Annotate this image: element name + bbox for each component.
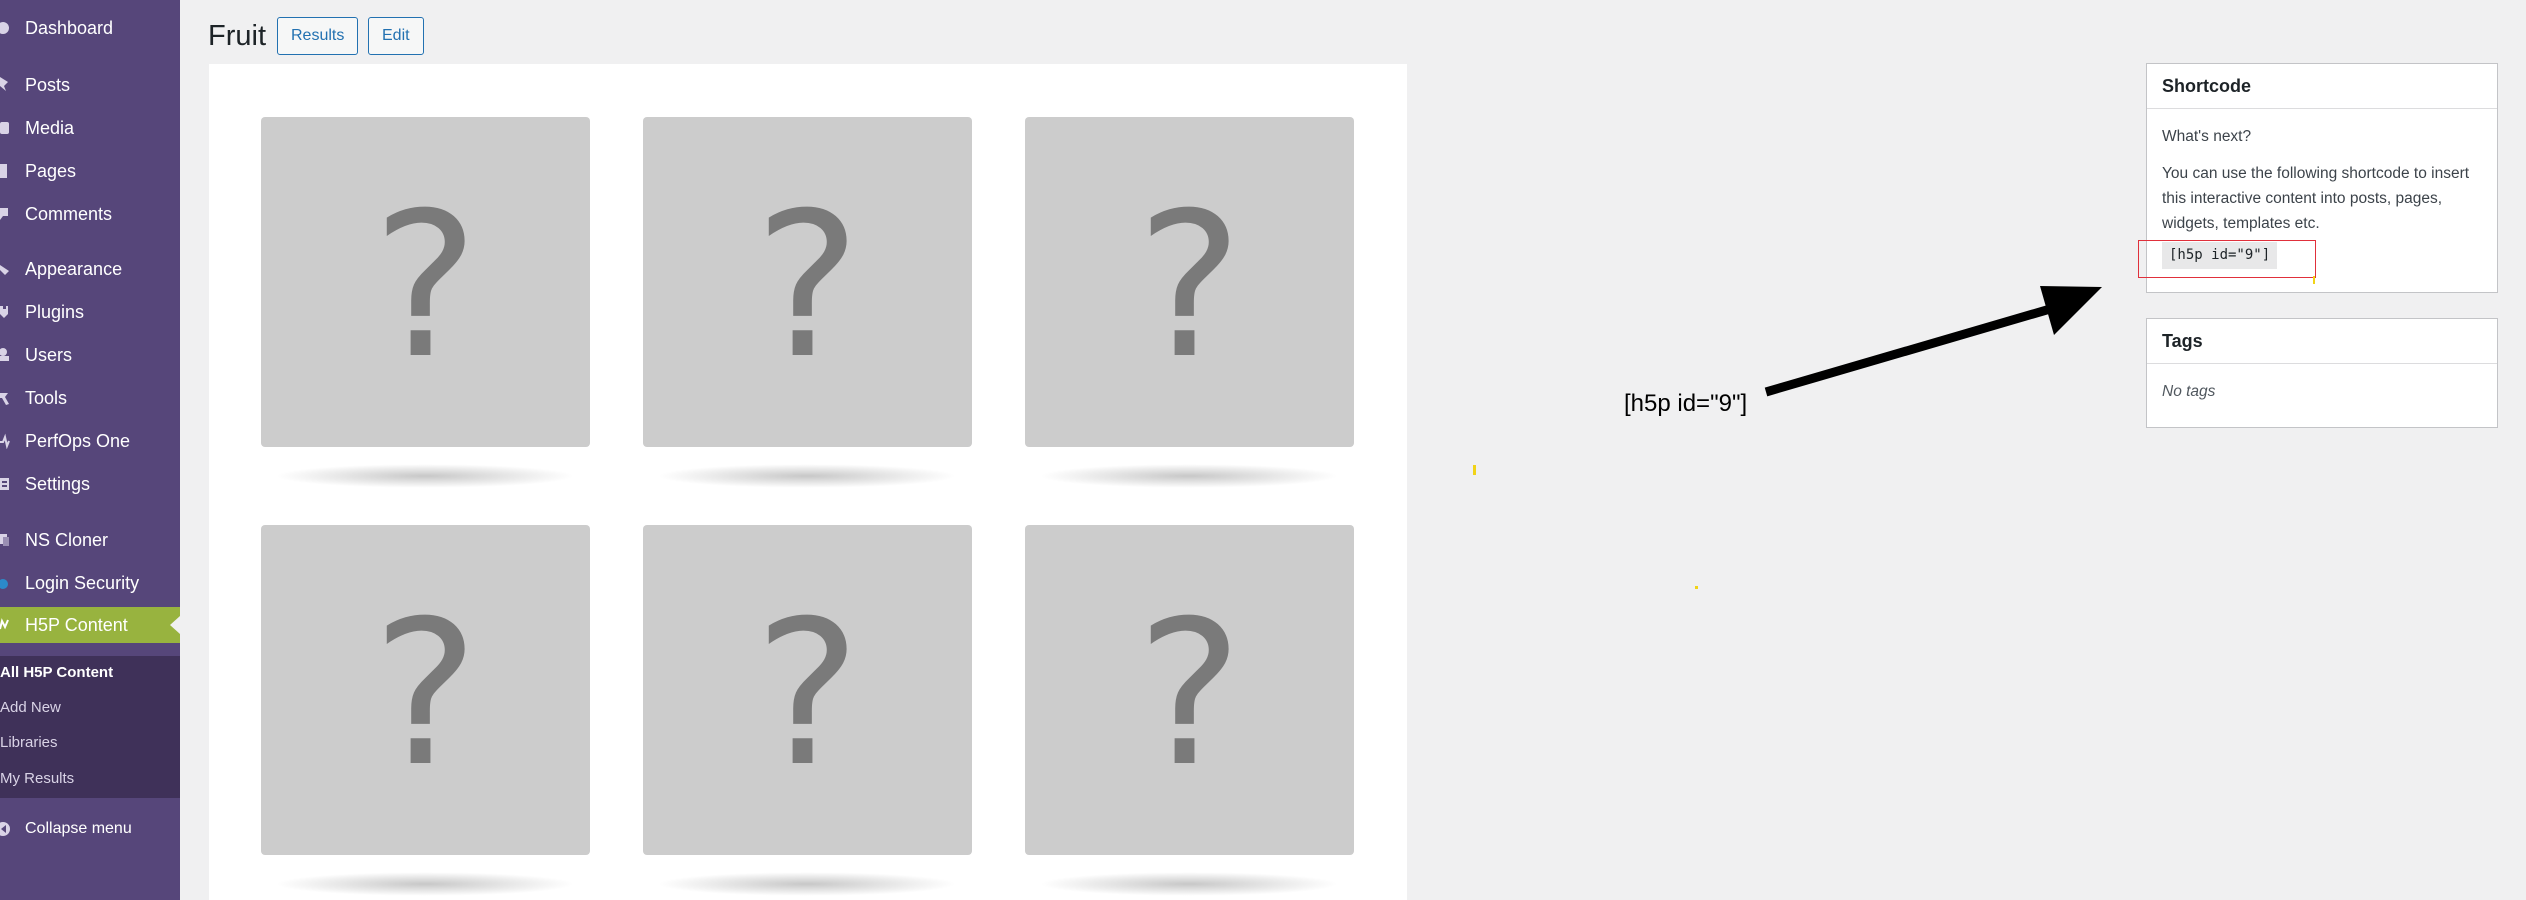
results-button[interactable]: Results xyxy=(277,17,359,55)
collapse-icon xyxy=(0,820,14,838)
sidebar-item-label: Users xyxy=(25,344,73,365)
image-card[interactable]: ? xyxy=(261,117,590,447)
sidebar-item-label: Login Security xyxy=(25,572,140,593)
media-icon xyxy=(0,119,14,137)
sidebar-item-ns-cloner[interactable]: NS Cloner xyxy=(0,522,180,558)
image-card[interactable]: ? xyxy=(1025,525,1354,855)
shield-icon xyxy=(0,574,14,592)
pulse-icon xyxy=(0,432,14,450)
tags-title: Tags xyxy=(2147,319,2497,364)
sidebar-item-dashboard[interactable]: Dashboard xyxy=(0,10,180,46)
shortcode-description: You can use the following shortcode to i… xyxy=(2162,165,2470,232)
card-shadow xyxy=(275,464,575,488)
image-card[interactable]: ? xyxy=(261,525,590,855)
sidebar-item-pages[interactable]: Pages xyxy=(0,153,180,189)
h5p-submenu: All H5P Content Add New Libraries My Res… xyxy=(0,656,180,798)
submenu-item-libraries[interactable]: Libraries xyxy=(0,734,58,751)
sidebar-item-label: Posts xyxy=(25,74,71,95)
image-card[interactable]: ? xyxy=(643,117,972,447)
submenu-item-all-h5p-content[interactable]: All H5P Content xyxy=(0,664,113,681)
placeholder-question-icon: ? xyxy=(372,578,479,811)
h5p-icon xyxy=(0,616,14,634)
user-icon xyxy=(0,346,14,364)
yellow-speck xyxy=(2313,276,2315,284)
sidebar-item-label: Pages xyxy=(25,160,77,181)
plugin-icon xyxy=(0,303,14,321)
wrench-icon xyxy=(0,389,14,407)
sidebar-item-label: Comments xyxy=(25,203,113,224)
sidebar-item-h5p-content[interactable]: H5P Content xyxy=(0,607,180,643)
placeholder-question-icon: ? xyxy=(372,170,479,403)
sidebar-item-label: Media xyxy=(25,117,75,138)
image-card[interactable]: ? xyxy=(1025,117,1354,447)
shortcode-subheading: What's next? xyxy=(2162,128,2252,145)
sidebar-item-settings[interactable]: Settings xyxy=(0,466,180,502)
card-shadow xyxy=(657,872,957,896)
settings-icon xyxy=(0,475,14,493)
placeholder-question-icon: ? xyxy=(754,578,861,811)
sidebar-item-posts[interactable]: Posts xyxy=(0,67,180,103)
dashboard-icon xyxy=(0,19,14,37)
submenu-item-my-results[interactable]: My Results xyxy=(0,770,74,787)
admin-sidebar: Dashboard Posts Media Pages Comments App… xyxy=(0,0,180,900)
sidebar-item-label: Appearance xyxy=(25,258,123,279)
yellow-speck xyxy=(1695,586,1698,589)
sidebar-item-comments[interactable]: Comments xyxy=(0,196,180,232)
h5p-content-panel: ? ? ? ? ? ? xyxy=(209,64,1407,900)
sidebar-item-perfops-one[interactable]: PerfOps One xyxy=(0,423,180,459)
sidebar-item-tools[interactable]: Tools xyxy=(0,380,180,416)
page-icon xyxy=(0,162,14,180)
yellow-speck xyxy=(1473,465,1476,475)
page-title: Fruit xyxy=(208,20,266,52)
annotation-label: [h5p id="9"] xyxy=(1624,390,1748,417)
pin-icon xyxy=(0,76,14,94)
shortcode-highlight-box xyxy=(2138,240,2316,278)
card-shadow xyxy=(1039,872,1339,896)
card-shadow xyxy=(657,464,957,488)
sidebar-item-users[interactable]: Users xyxy=(0,337,180,373)
sidebar-item-label: Settings xyxy=(25,473,91,494)
cloner-icon xyxy=(0,531,14,549)
sidebar-item-label: H5P Content xyxy=(25,614,128,635)
brush-icon xyxy=(0,260,14,278)
sidebar-item-label: Plugins xyxy=(25,301,85,322)
tags-metabox: Tags No tags xyxy=(2146,318,2498,428)
collapse-menu-button[interactable]: Collapse menu xyxy=(0,811,180,847)
sidebar-item-media[interactable]: Media xyxy=(0,110,180,146)
edit-button[interactable]: Edit xyxy=(368,17,424,55)
placeholder-question-icon: ? xyxy=(1136,578,1243,811)
shortcode-title: Shortcode xyxy=(2147,64,2497,109)
collapse-menu-label: Collapse menu xyxy=(25,820,132,837)
placeholder-question-icon: ? xyxy=(754,170,861,403)
sidebar-item-login-security[interactable]: Login Security xyxy=(0,565,180,601)
sidebar-item-label: PerfOps One xyxy=(25,430,131,451)
sidebar-item-plugins[interactable]: Plugins xyxy=(0,294,180,330)
submenu-item-add-new[interactable]: Add New xyxy=(0,699,61,716)
sidebar-item-label: NS Cloner xyxy=(25,529,109,550)
card-shadow xyxy=(1039,464,1339,488)
image-card[interactable]: ? xyxy=(643,525,972,855)
comment-icon xyxy=(0,205,14,223)
sidebar-item-label: Dashboard xyxy=(25,17,114,38)
card-shadow xyxy=(275,872,575,896)
no-tags-text: No tags xyxy=(2162,383,2216,400)
sidebar-item-label: Tools xyxy=(25,387,68,408)
sidebar-item-appearance[interactable]: Appearance xyxy=(0,251,180,287)
placeholder-question-icon: ? xyxy=(1136,170,1243,403)
